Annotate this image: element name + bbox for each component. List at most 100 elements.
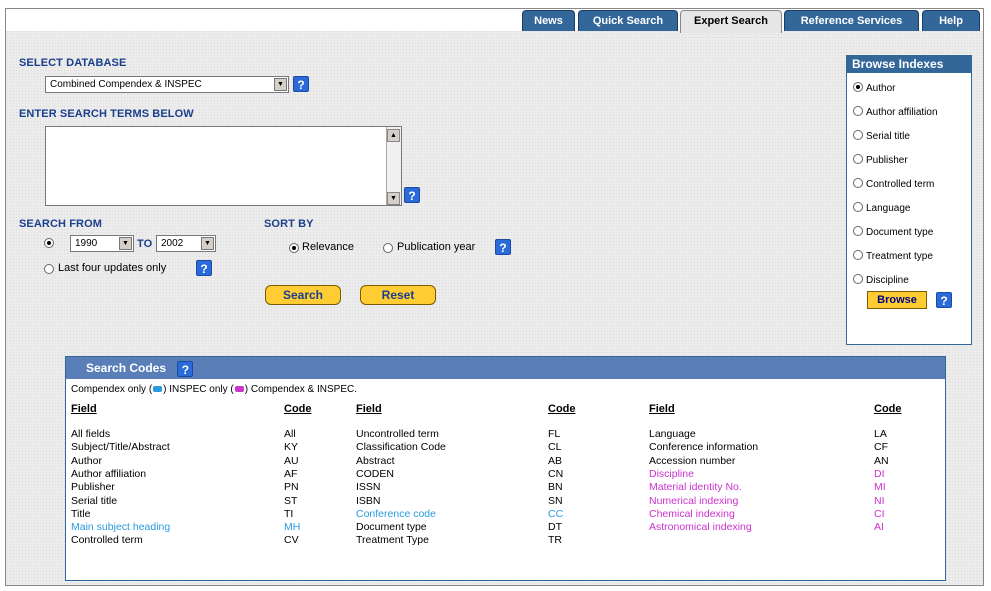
browse-item-publisher[interactable]: Publisher xyxy=(853,154,908,166)
last-four-updates-label: Last four updates only xyxy=(58,262,167,274)
field-code: LA xyxy=(874,428,887,440)
browse-radio[interactable] xyxy=(853,250,863,261)
field-code: ST xyxy=(284,494,298,507)
scroll-up-icon[interactable]: ▲ xyxy=(387,129,400,142)
browse-item-label: Serial title xyxy=(866,131,910,142)
browse-item-document-type[interactable]: Document type xyxy=(853,226,934,238)
field-name: Classification Code xyxy=(356,441,446,454)
sort-relevance-radio[interactable] xyxy=(289,243,299,253)
code-header: Code xyxy=(874,403,902,415)
field-name: ISSN xyxy=(356,481,381,494)
field-name: Conference information xyxy=(649,441,759,454)
field-code: AF xyxy=(284,467,298,480)
field-code: NI xyxy=(874,494,885,507)
search-codes-header: Search Codes ? xyxy=(66,357,945,379)
field-name: Serial title xyxy=(71,494,118,507)
browse-item-label: Publisher xyxy=(866,155,908,166)
from-year-value: 1990 xyxy=(75,238,98,249)
browse-radio[interactable] xyxy=(853,178,863,189)
field-code: MI xyxy=(874,481,886,494)
field-name: All fields xyxy=(71,428,111,440)
field-code: CI xyxy=(874,507,885,520)
browse-radio[interactable] xyxy=(853,154,863,165)
search-terms-label: ENTER SEARCH TERMS BELOW xyxy=(19,108,194,120)
field-name: Treatment Type xyxy=(356,534,429,547)
date-range-radio[interactable] xyxy=(44,238,54,248)
field-code: TI xyxy=(284,507,294,520)
field-header: Field xyxy=(649,403,675,415)
browse-radio[interactable] xyxy=(853,82,863,93)
field-code: PN xyxy=(284,481,299,494)
field-name: ISBN xyxy=(356,494,381,507)
tab-reference-services[interactable]: Reference Services xyxy=(784,10,919,31)
field-code: FL xyxy=(548,428,561,440)
help-icon[interactable]: ? xyxy=(936,292,952,308)
field-name: Uncontrolled term xyxy=(356,428,439,440)
tab-news[interactable]: News xyxy=(522,10,575,31)
search-codes-panel: Search Codes ? Compendex only () INSPEC … xyxy=(65,356,946,581)
browse-item-controlled-term[interactable]: Controlled term xyxy=(853,178,935,190)
field-name: Author affiliation xyxy=(71,467,147,480)
field-code: AI xyxy=(874,521,884,534)
scroll-down-icon[interactable]: ▼ xyxy=(387,192,400,205)
legend-text: ) INSPEC only ( xyxy=(163,384,234,395)
browse-button[interactable]: Browse xyxy=(867,291,927,309)
help-icon[interactable]: ? xyxy=(404,187,420,203)
database-select[interactable]: Combined Compendex & INSPEC ▼ xyxy=(45,76,289,93)
reset-button[interactable]: Reset xyxy=(360,285,436,305)
field-code: AB xyxy=(548,454,563,467)
browse-item-label: Controlled term xyxy=(866,179,935,190)
field-name: Numerical indexing xyxy=(649,494,739,507)
help-icon[interactable]: ? xyxy=(177,361,194,377)
help-icon[interactable]: ? xyxy=(495,239,511,255)
browse-item-serial-title[interactable]: Serial title xyxy=(853,130,910,142)
browse-item-label: Language xyxy=(866,203,911,214)
to-year-select[interactable]: 2002 ▼ xyxy=(156,235,216,252)
browse-radio[interactable] xyxy=(853,130,863,141)
search-from-label: SEARCH FROM xyxy=(19,218,102,230)
field-name: Accession number xyxy=(649,454,736,467)
tab-quick-search[interactable]: Quick Search xyxy=(578,10,678,31)
sort-publication-year-radio[interactable] xyxy=(383,243,393,253)
tab-expert-search[interactable]: Expert Search xyxy=(680,10,782,33)
field-code: SN xyxy=(548,494,563,507)
compendex-swatch xyxy=(153,386,163,393)
field-code: KY xyxy=(284,441,299,454)
field-header: Field xyxy=(356,403,382,415)
browse-item-label: Document type xyxy=(866,227,934,238)
to-year-value: 2002 xyxy=(161,238,184,249)
tab-help[interactable]: Help xyxy=(922,10,980,31)
browse-radio[interactable] xyxy=(853,274,863,285)
field-code: CF xyxy=(874,441,888,454)
field-code: CV xyxy=(284,534,299,547)
help-icon[interactable]: ? xyxy=(293,76,309,92)
field-name: Chemical indexing xyxy=(649,507,735,520)
field-code: CN xyxy=(548,467,564,480)
field-name: Author xyxy=(71,454,102,467)
last-four-updates-radio[interactable] xyxy=(44,264,54,274)
browse-radio[interactable] xyxy=(853,106,863,117)
browse-item-language[interactable]: Language xyxy=(853,202,911,214)
search-button[interactable]: Search xyxy=(265,285,341,305)
browse-radio[interactable] xyxy=(853,202,863,213)
browse-radio[interactable] xyxy=(853,226,863,237)
field-name: Subject/Title/Abstract xyxy=(71,441,170,454)
field-code: DT xyxy=(548,521,562,534)
browse-item-label: Discipline xyxy=(866,275,909,286)
database-select-value: Combined Compendex & INSPEC xyxy=(50,79,202,90)
browse-item-treatment-type[interactable]: Treatment type xyxy=(853,250,933,262)
browse-item-discipline[interactable]: Discipline xyxy=(853,274,909,286)
field-code: DI xyxy=(874,467,885,480)
help-icon[interactable]: ? xyxy=(196,260,212,276)
chevron-down-icon: ▼ xyxy=(201,237,214,250)
to-label: TO xyxy=(137,238,153,250)
search-terms-textarea[interactable]: ▲ ▼ xyxy=(45,126,402,206)
browse-item-label: Author affiliation xyxy=(866,107,938,118)
field-code: All xyxy=(284,428,296,440)
browse-item-author-affiliation[interactable]: Author affiliation xyxy=(853,106,938,118)
field-name: Abstract xyxy=(356,454,395,467)
textarea-scrollbar[interactable]: ▲ ▼ xyxy=(386,127,401,205)
field-name: Astronomical indexing xyxy=(649,521,752,534)
browse-item-author[interactable]: Author xyxy=(853,82,895,94)
from-year-select[interactable]: 1990 ▼ xyxy=(70,235,134,252)
